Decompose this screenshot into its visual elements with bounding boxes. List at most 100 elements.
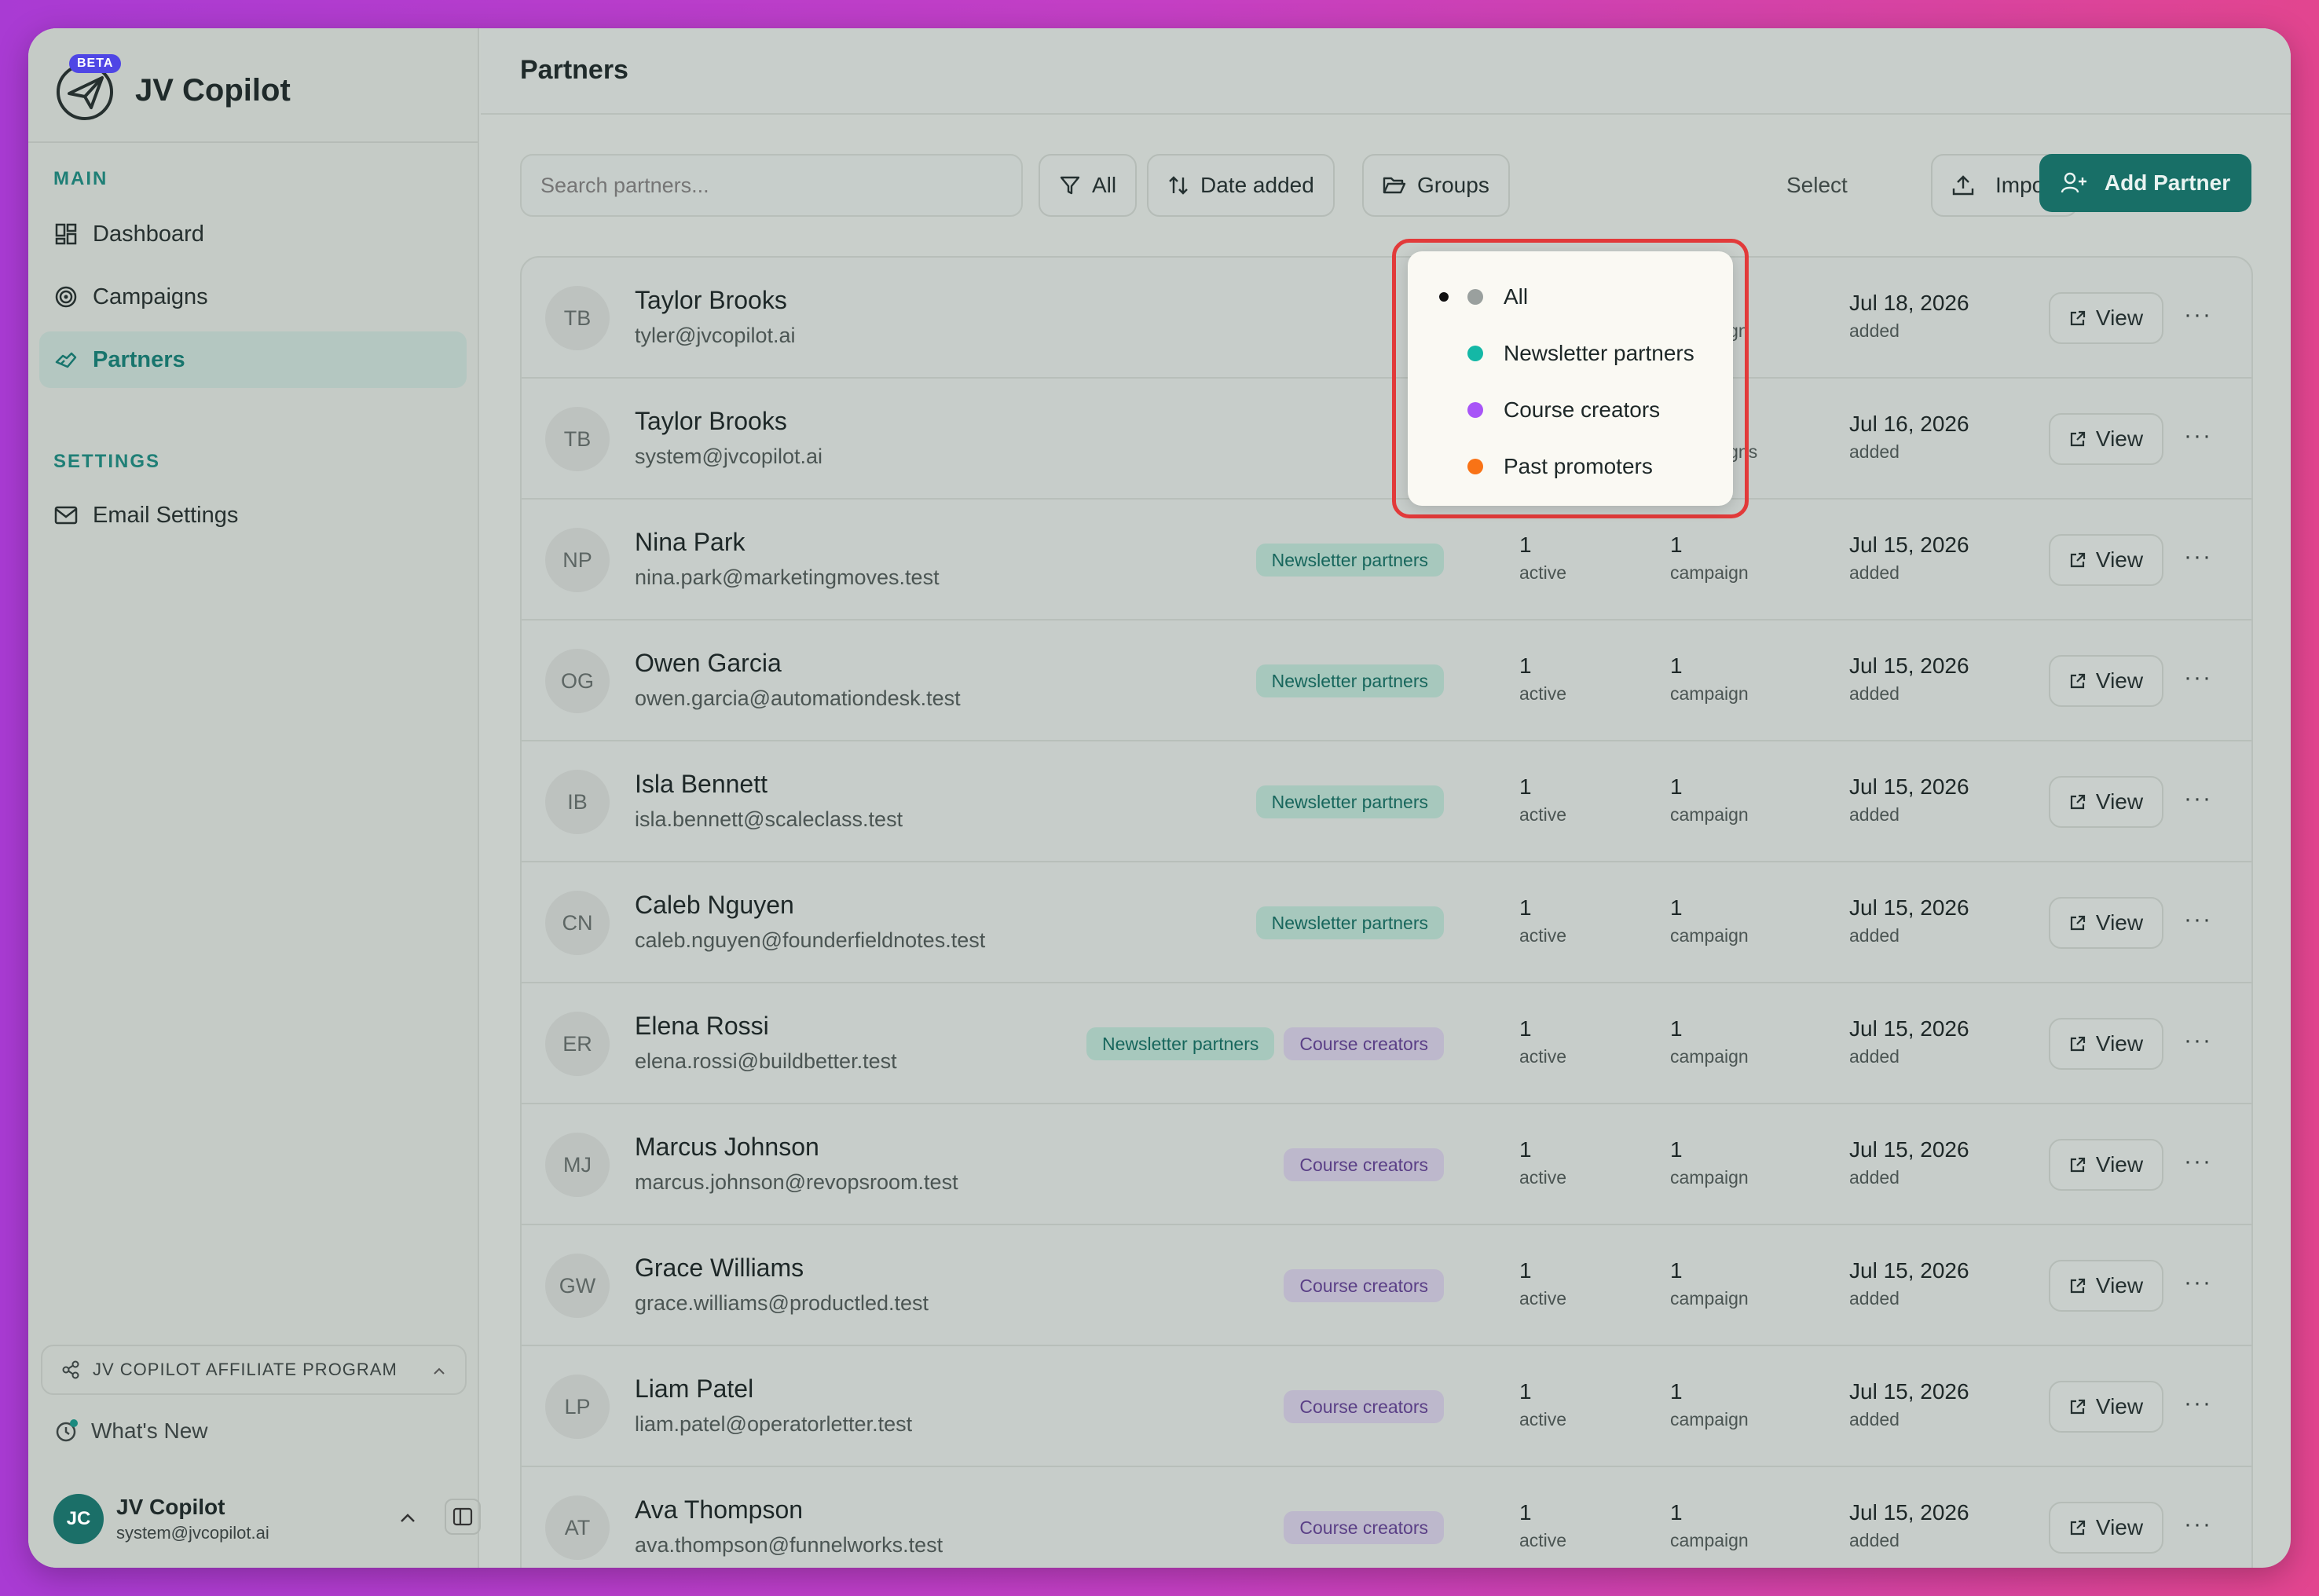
active-label: active <box>1519 1288 1567 1309</box>
view-button[interactable]: View <box>2049 1381 2163 1433</box>
sidebar: BETA JV Copilot MAIN Dashboard Campaigns… <box>28 28 481 1568</box>
partner-name[interactable]: Nina Park <box>635 528 746 557</box>
view-button[interactable]: View <box>2049 897 2163 949</box>
active-stat: 1 active <box>1519 1500 1566 1551</box>
view-button[interactable]: View <box>2049 655 2163 707</box>
color-dot-icon <box>1467 346 1483 361</box>
partner-name[interactable]: Caleb Nguyen <box>635 891 794 920</box>
active-label: active <box>1519 562 1567 583</box>
active-count: 1 <box>1519 1379 1532 1404</box>
view-button[interactable]: View <box>2049 776 2163 828</box>
table-row[interactable]: NP Nina Park nina.park@marketingmoves.te… <box>522 500 2251 620</box>
date-stat: Jul 15, 2026 added <box>1849 1258 1969 1309</box>
filter-option[interactable]: Newsletter partners <box>1408 325 1733 382</box>
chevron-up-icon[interactable] <box>399 1505 416 1529</box>
user-profile[interactable]: JC JV Copilot system@jvcopilot.ai <box>53 1488 481 1550</box>
partners-table: TB Taylor Brooks tyler@jvcopilot.ai + 1 … <box>520 256 2253 1568</box>
more-options-icon[interactable]: ··· <box>2184 1269 2212 1296</box>
sidebar-item-email-settings[interactable]: Email Settings <box>39 487 467 544</box>
more-options-icon[interactable]: ··· <box>2184 544 2212 570</box>
date-label: added <box>1849 1530 1900 1550</box>
more-options-icon[interactable]: ··· <box>2184 423 2212 449</box>
filter-option[interactable]: Past promoters <box>1408 438 1733 495</box>
date-stat: Jul 15, 2026 added <box>1849 533 1969 584</box>
more-options-icon[interactable]: ··· <box>2184 1027 2212 1054</box>
external-link-icon <box>2069 430 2086 448</box>
view-button[interactable]: View <box>2049 534 2163 586</box>
view-label: View <box>2095 426 2144 451</box>
search-input[interactable] <box>520 154 1023 217</box>
select-button[interactable]: Select <box>1786 173 1848 198</box>
groups-button[interactable]: Groups <box>1362 154 1510 217</box>
date-added: Jul 15, 2026 <box>1849 1137 1969 1162</box>
table-row[interactable]: AT Ava Thompson ava.thompson@funnelworks… <box>522 1467 2251 1568</box>
sidebar-collapse-button[interactable] <box>445 1499 481 1535</box>
sort-button[interactable]: Date added <box>1147 154 1335 217</box>
campaign-stat: 1 campaign <box>1670 1500 1749 1551</box>
group-tags: Newsletter partners <box>1255 785 1444 818</box>
view-label: View <box>2095 547 2144 572</box>
view-button[interactable]: View <box>2049 1260 2163 1312</box>
filter-option[interactable]: All <box>1408 269 1733 325</box>
view-button[interactable]: View <box>2049 1018 2163 1070</box>
more-options-icon[interactable]: ··· <box>2184 906 2212 933</box>
sidebar-item-campaigns[interactable]: Campaigns <box>39 269 467 325</box>
whats-new-link[interactable]: What's New <box>53 1418 208 1444</box>
external-link-icon <box>2069 793 2086 811</box>
avatar: LP <box>545 1375 610 1439</box>
more-options-icon[interactable]: ··· <box>2184 302 2212 328</box>
group-tags: Newsletter partners <box>1255 664 1444 697</box>
partner-name[interactable]: Owen Garcia <box>635 649 782 678</box>
campaign-stat: 1 campaign <box>1670 653 1749 705</box>
brand[interactable]: BETA JV Copilot <box>53 47 291 134</box>
table-row[interactable]: TB Taylor Brooks system@jvcopilot.ai + 0… <box>522 379 2251 500</box>
color-dot-icon <box>1467 289 1483 305</box>
sidebar-item-partners[interactable]: Partners <box>39 331 467 388</box>
view-button[interactable]: View <box>2049 1139 2163 1191</box>
partner-name[interactable]: Taylor Brooks <box>635 407 787 436</box>
table-row[interactable]: ER Elena Rossi elena.rossi@buildbetter.t… <box>522 983 2251 1104</box>
partner-name[interactable]: Liam Patel <box>635 1375 753 1404</box>
active-count: 1 <box>1519 1258 1532 1283</box>
campaign-count: 1 <box>1670 1500 1683 1525</box>
filter-option-label: All <box>1504 284 1529 309</box>
date-stat: Jul 15, 2026 added <box>1849 895 1969 946</box>
page-header: Partners <box>481 28 2291 115</box>
partner-name[interactable]: Grace Williams <box>635 1254 804 1283</box>
campaign-label: campaign <box>1670 1530 1749 1550</box>
table-row[interactable]: MJ Marcus Johnson marcus.johnson@revopsr… <box>522 1104 2251 1225</box>
table-row[interactable]: GW Grace Williams grace.williams@product… <box>522 1225 2251 1346</box>
more-options-icon[interactable]: ··· <box>2184 1511 2212 1538</box>
filter-button[interactable]: All <box>1039 154 1138 217</box>
view-button[interactable]: View <box>2049 413 2163 465</box>
table-row[interactable]: IB Isla Bennett isla.bennett@scaleclass.… <box>522 741 2251 862</box>
more-options-icon[interactable]: ··· <box>2184 785 2212 812</box>
partner-name[interactable]: Taylor Brooks <box>635 286 787 315</box>
date-stat: Jul 15, 2026 added <box>1849 1016 1969 1067</box>
view-button[interactable]: View <box>2049 1502 2163 1554</box>
partner-name[interactable]: Isla Bennett <box>635 770 768 799</box>
active-label: active <box>1519 925 1567 946</box>
more-options-icon[interactable]: ··· <box>2184 1148 2212 1175</box>
active-stat: 1 active <box>1519 653 1566 705</box>
table-row[interactable]: TB Taylor Brooks tyler@jvcopilot.ai + 1 … <box>522 258 2251 379</box>
view-button[interactable]: View <box>2049 292 2163 344</box>
table-row[interactable]: OG Owen Garcia owen.garcia@automationdes… <box>522 620 2251 741</box>
more-options-icon[interactable]: ··· <box>2184 1390 2212 1417</box>
settings-section-label: SETTINGS <box>53 451 161 472</box>
partner-name[interactable]: Marcus Johnson <box>635 1133 819 1162</box>
campaign-stat: 1 campaign <box>1670 1016 1749 1067</box>
partner-email: isla.bennett@scaleclass.test <box>635 807 903 831</box>
add-partner-button[interactable]: Add Partner <box>2039 154 2251 212</box>
table-row[interactable]: LP Liam Patel liam.patel@operatorletter.… <box>522 1346 2251 1467</box>
sidebar-item-dashboard[interactable]: Dashboard <box>39 206 467 262</box>
partner-name[interactable]: Elena Rossi <box>635 1012 769 1041</box>
group-tag: Course creators <box>1284 1269 1444 1302</box>
campaign-stat: 1 campaign <box>1670 1379 1749 1430</box>
more-options-icon[interactable]: ··· <box>2184 664 2212 691</box>
affiliate-program-toggle[interactable]: JV COPILOT AFFILIATE PROGRAM <box>41 1345 467 1395</box>
table-row[interactable]: CN Caleb Nguyen caleb.nguyen@founderfiel… <box>522 862 2251 983</box>
upload-icon <box>1951 174 1975 196</box>
filter-option[interactable]: Course creators <box>1408 382 1733 438</box>
partner-name[interactable]: Ava Thompson <box>635 1495 803 1525</box>
